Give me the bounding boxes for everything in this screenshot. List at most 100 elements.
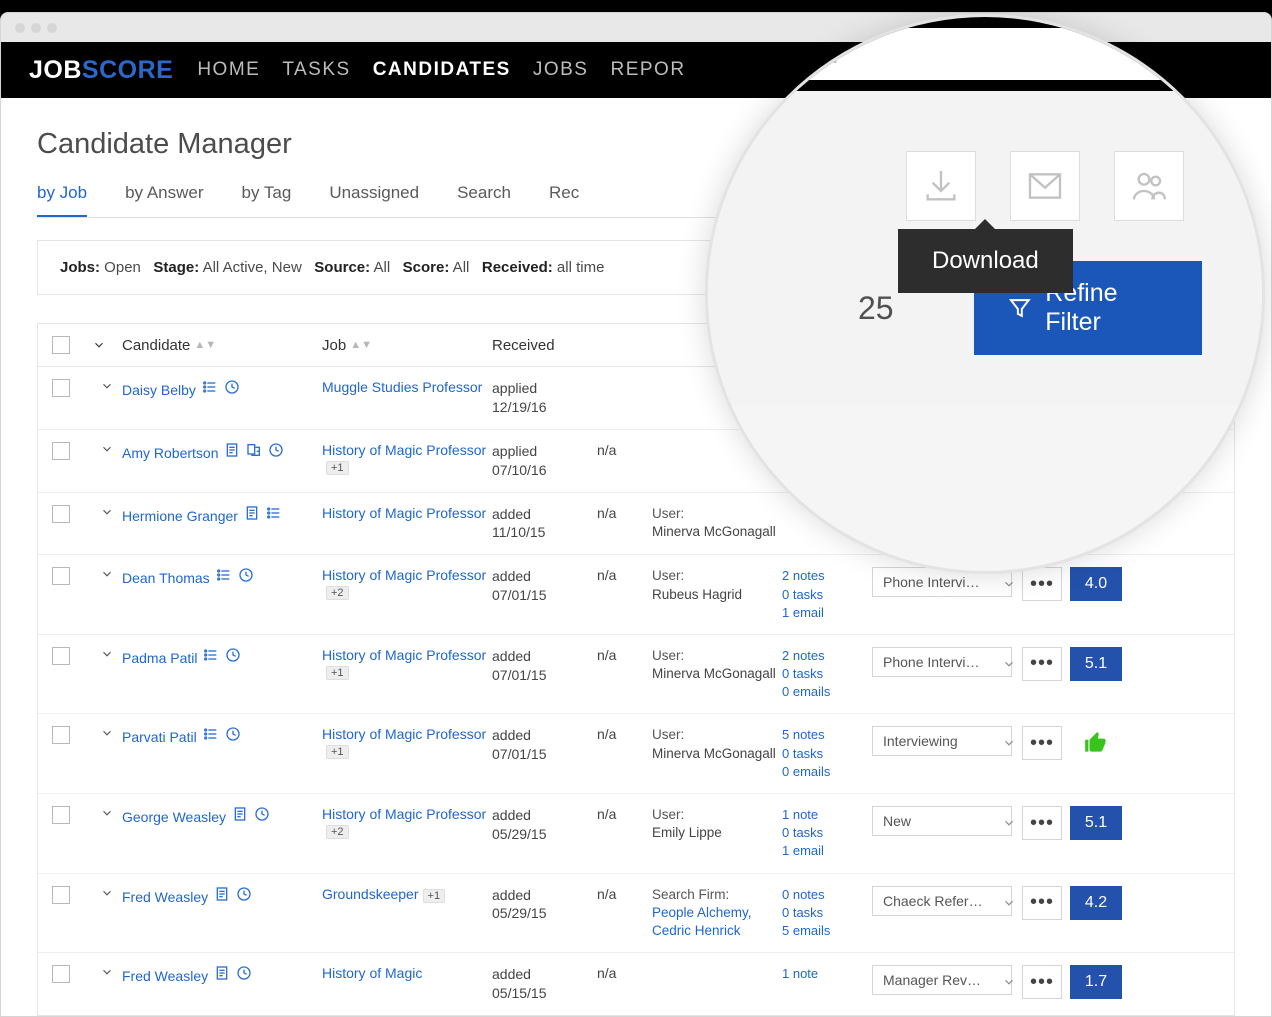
- clock-icon: [254, 806, 270, 825]
- counts-cell: 1 note: [782, 965, 872, 983]
- candidate-name-link[interactable]: Hermione Granger: [122, 508, 238, 524]
- moveto-icon: [246, 442, 262, 461]
- score-badge: 5.1: [1070, 806, 1122, 840]
- count-link[interactable]: 0 notes: [782, 886, 872, 904]
- count-link[interactable]: 1 email: [782, 842, 872, 860]
- count-link[interactable]: 1 email: [782, 604, 872, 622]
- job-link[interactable]: History of Magic Professor: [322, 726, 486, 742]
- job-link[interactable]: History of Magic Professor: [322, 442, 486, 458]
- row-checkbox[interactable]: [52, 886, 70, 904]
- table-row: Dean Thomas History of Magic Professor+2…: [38, 555, 1234, 635]
- chevron-down-icon[interactable]: [100, 726, 114, 740]
- count-link[interactable]: 0 tasks: [782, 665, 872, 683]
- chevron-down-icon[interactable]: [100, 505, 114, 519]
- row-actions-more[interactable]: •••: [1022, 886, 1062, 920]
- chevron-down-icon[interactable]: [100, 379, 114, 393]
- candidate-name-link[interactable]: Fred Weasley: [122, 889, 208, 905]
- count-link[interactable]: 0 tasks: [782, 745, 872, 763]
- chevron-down-icon[interactable]: [100, 647, 114, 661]
- candidate-name-link[interactable]: George Weasley: [122, 809, 226, 825]
- stage-select[interactable]: Chaeck Referenc...: [872, 886, 1012, 916]
- row-checkbox[interactable]: [52, 965, 70, 983]
- subnav-search[interactable]: Search: [457, 183, 511, 217]
- job-link[interactable]: Muggle Studies Professor: [322, 379, 482, 395]
- row-checkbox[interactable]: [52, 806, 70, 824]
- doc-icon: [214, 886, 230, 905]
- nav-link-jobs[interactable]: JOBS: [533, 59, 589, 81]
- count-link[interactable]: 5 notes: [782, 726, 872, 744]
- col-candidate[interactable]: Candidate: [122, 337, 190, 354]
- subnav-by-tag[interactable]: by Tag: [242, 183, 292, 217]
- row-checkbox[interactable]: [52, 505, 70, 523]
- chevron-down-icon[interactable]: [100, 886, 114, 900]
- count-link[interactable]: 0 tasks: [782, 586, 872, 604]
- job-link[interactable]: History of Magic Professor: [322, 567, 486, 583]
- subnav-rec[interactable]: Rec: [549, 183, 579, 217]
- chevron-down-icon: [1002, 816, 1016, 830]
- candidate-name-link[interactable]: Padma Patil: [122, 650, 197, 666]
- count-link[interactable]: 0 tasks: [782, 824, 872, 842]
- stage-select[interactable]: Phone Interview: [872, 647, 1012, 677]
- job-link[interactable]: History of Magic Professor: [322, 647, 486, 663]
- candidate-name-link[interactable]: Amy Robertson: [122, 445, 218, 461]
- email-button[interactable]: [1010, 151, 1080, 221]
- stage-select[interactable]: Interviewing: [872, 726, 1012, 756]
- chevron-down-icon[interactable]: [92, 338, 106, 352]
- filter-label: Stage:: [153, 259, 199, 276]
- row-checkbox[interactable]: [52, 442, 70, 460]
- col-job[interactable]: Job: [322, 337, 346, 354]
- row-actions-more[interactable]: •••: [1022, 726, 1062, 760]
- nav-link-home[interactable]: HOME: [197, 59, 260, 81]
- row-checkbox[interactable]: [52, 726, 70, 744]
- candidate-name-link[interactable]: Daisy Belby: [122, 382, 196, 398]
- table-row: Padma Patil History of Magic Professor+1…: [38, 635, 1234, 715]
- job-link[interactable]: History of Magic Professor: [322, 505, 486, 521]
- download-button[interactable]: [906, 151, 976, 221]
- received-cell: added05/29/15: [492, 886, 597, 924]
- job-link[interactable]: Groundskeeper: [322, 886, 419, 902]
- select-all-checkbox[interactable]: [52, 336, 70, 354]
- candidate-name-link[interactable]: Parvati Patil: [122, 729, 197, 745]
- col-received[interactable]: Received: [492, 337, 555, 354]
- source-cell: User:Emily Lippe: [652, 806, 782, 842]
- count-link[interactable]: 0 emails: [782, 763, 872, 781]
- job-link[interactable]: History of Magic: [322, 965, 422, 981]
- chevron-down-icon[interactable]: [100, 567, 114, 581]
- chevron-down-icon[interactable]: [100, 806, 114, 820]
- nav-link-tasks[interactable]: TASKS: [282, 59, 350, 81]
- na-cell: n/a: [597, 505, 652, 521]
- nav-link-candidates[interactable]: CANDIDATES: [373, 59, 511, 81]
- count-link[interactable]: 1 note: [782, 806, 872, 824]
- stage-select[interactable]: Manager Review: [872, 965, 1012, 995]
- count-link[interactable]: 1 note: [782, 965, 872, 983]
- subnav-unassigned[interactable]: Unassigned: [329, 183, 419, 217]
- row-checkbox[interactable]: [52, 647, 70, 665]
- chevron-down-icon: [1002, 736, 1016, 750]
- job-link[interactable]: History of Magic Professor: [322, 806, 486, 822]
- row-actions-more[interactable]: •••: [1022, 567, 1062, 601]
- candidate-name-link[interactable]: Fred Weasley: [122, 968, 208, 984]
- score-thumb: [1070, 726, 1122, 760]
- stage-select[interactable]: New: [872, 806, 1012, 836]
- chevron-down-icon[interactable]: [100, 965, 114, 979]
- row-checkbox[interactable]: [52, 567, 70, 585]
- subnav-by-job[interactable]: by Job: [37, 183, 87, 217]
- nav-link-repor[interactable]: REPOR: [610, 59, 685, 81]
- row-checkbox[interactable]: [52, 379, 70, 397]
- count-link[interactable]: 2 notes: [782, 567, 872, 585]
- chevron-down-icon[interactable]: [100, 442, 114, 456]
- count-link[interactable]: 0 tasks: [782, 904, 872, 922]
- candidate-name-link[interactable]: Dean Thomas: [122, 570, 210, 586]
- doc-icon: [214, 965, 230, 984]
- row-actions-more[interactable]: •••: [1022, 647, 1062, 681]
- share-users-button[interactable]: [1114, 151, 1184, 221]
- source-link[interactable]: People Alchemy, Cedric Henrick: [652, 905, 752, 938]
- list-icon: [202, 379, 218, 398]
- row-actions-more[interactable]: •••: [1022, 965, 1062, 999]
- row-actions-more[interactable]: •••: [1022, 806, 1062, 840]
- count-link[interactable]: 5 emails: [782, 922, 872, 940]
- subnav-by-answer[interactable]: by Answer: [125, 183, 203, 217]
- filter-label: Score:: [403, 259, 450, 276]
- count-link[interactable]: 0 emails: [782, 683, 872, 701]
- count-link[interactable]: 2 notes: [782, 647, 872, 665]
